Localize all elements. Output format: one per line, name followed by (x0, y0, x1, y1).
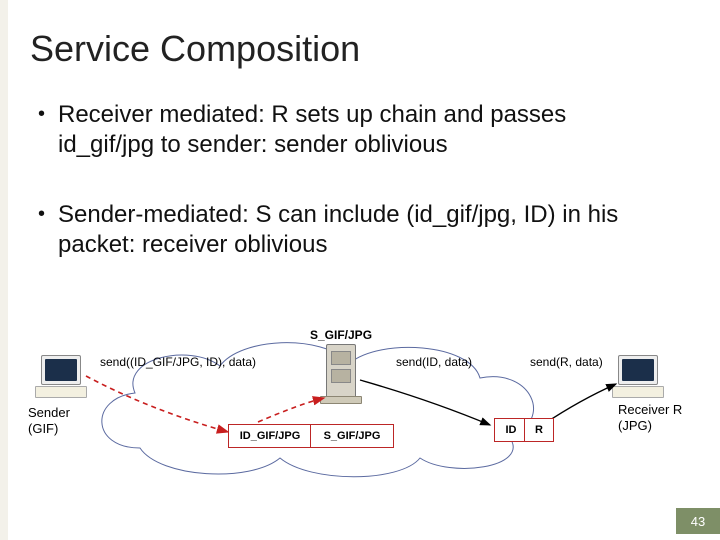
sender-computer-icon (35, 355, 85, 399)
receiver-computer-icon (612, 355, 662, 399)
bullet-dot: • (38, 202, 45, 227)
hop-id-gif-box: ID_GIF/JPG (228, 424, 312, 448)
msg-send-id: send(ID, data) (396, 355, 472, 369)
server-icon (320, 344, 360, 404)
hop-s-gif-box: S_GIF/JPG (310, 424, 394, 448)
hop-id-box: ID (494, 418, 528, 442)
bullet-dot: • (38, 102, 45, 127)
sender-label-line1: Sender (28, 405, 70, 420)
msg-send-full: send((ID_GIF/JPG, ID), data) (100, 355, 256, 369)
slide-title: Service Composition (30, 28, 360, 70)
bullet-1: • Receiver mediated: R sets up chain and… (38, 100, 668, 160)
receiver-label-line2: (JPG) (618, 418, 652, 433)
sender-label-line2: (GIF) (28, 421, 58, 436)
bullet-2: • Sender-mediated: S can include (id_gif… (38, 200, 698, 260)
page-number: 43 (676, 508, 720, 534)
receiver-label-line1: Receiver R (618, 402, 682, 417)
left-accent-bar (0, 0, 8, 540)
bullet-2-text: Sender-mediated: S can include (id_gif/j… (58, 200, 698, 260)
service-label: S_GIF/JPG (310, 328, 372, 342)
msg-send-r: send(R, data) (530, 355, 603, 369)
bullet-1-text: Receiver mediated: R sets up chain and p… (58, 100, 668, 160)
hop-r-box: R (524, 418, 554, 442)
